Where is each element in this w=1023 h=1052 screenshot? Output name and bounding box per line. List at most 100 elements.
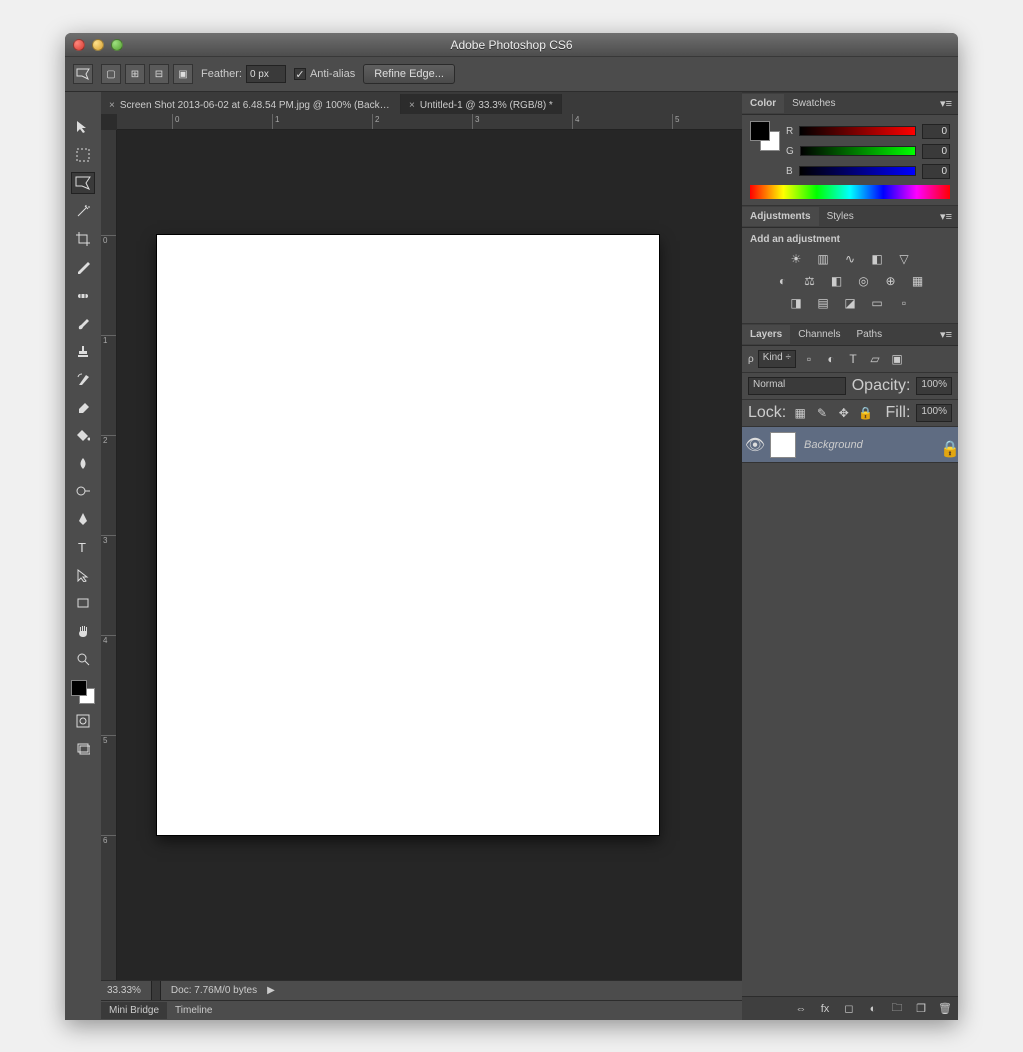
- posterize-icon[interactable]: ▤: [814, 295, 832, 311]
- link-layers-icon[interactable]: ⇔: [794, 1002, 808, 1016]
- marquee-tool-icon[interactable]: [71, 144, 95, 166]
- b-value-input[interactable]: [922, 164, 950, 179]
- color-tab[interactable]: Color: [742, 94, 784, 113]
- color-balance-icon[interactable]: ⚖: [801, 273, 819, 289]
- path-select-tool-icon[interactable]: [71, 564, 95, 586]
- move-tool-icon[interactable]: [71, 116, 95, 138]
- paths-tab[interactable]: Paths: [849, 325, 891, 344]
- selective-color-icon[interactable]: ▫: [895, 295, 913, 311]
- doc-info[interactable]: Doc: 7.76M/0 bytes: [171, 985, 257, 996]
- feather-input[interactable]: [246, 65, 286, 83]
- layer-filter-kind[interactable]: Kind ÷: [758, 350, 796, 368]
- fx-icon[interactable]: fx: [818, 1002, 832, 1016]
- filter-shape-icon[interactable]: ▱: [866, 351, 884, 367]
- bucket-tool-icon[interactable]: [71, 424, 95, 446]
- shape-tool-icon[interactable]: [71, 592, 95, 614]
- crop-tool-icon[interactable]: [71, 228, 95, 250]
- lock-pixels-icon[interactable]: ✎: [814, 405, 830, 421]
- eyedropper-tool-icon[interactable]: [71, 256, 95, 278]
- r-slider[interactable]: [799, 126, 916, 136]
- visibility-icon[interactable]: 👁: [748, 438, 762, 452]
- bw-icon[interactable]: ◧: [828, 273, 846, 289]
- history-brush-tool-icon[interactable]: [71, 368, 95, 390]
- hue-icon[interactable]: ◐: [774, 273, 792, 289]
- vibrance-icon[interactable]: ▽: [895, 251, 913, 267]
- brush-tool-icon[interactable]: [71, 312, 95, 334]
- group-icon[interactable]: 🗀: [890, 1002, 904, 1016]
- zoom-level[interactable]: 33.33%: [107, 985, 141, 996]
- levels-icon[interactable]: ▥: [814, 251, 832, 267]
- invert-icon[interactable]: ◨: [787, 295, 805, 311]
- color-panel-swatch[interactable]: [750, 121, 780, 151]
- panel-menu-icon[interactable]: ▾≡: [934, 97, 958, 110]
- adjustment-layer-icon[interactable]: ◐: [866, 1002, 880, 1016]
- gradient-map-icon[interactable]: ▭: [868, 295, 886, 311]
- layer-row[interactable]: 👁 Background 🔒: [742, 427, 958, 463]
- b-slider[interactable]: [799, 166, 916, 176]
- layers-tab[interactable]: Layers: [742, 325, 790, 344]
- fill-value[interactable]: 100%: [916, 404, 952, 422]
- filter-pixel-icon[interactable]: ▫: [800, 351, 818, 367]
- lock-position-icon[interactable]: ✥: [836, 405, 852, 421]
- screen-mode-icon[interactable]: [71, 738, 95, 760]
- dodge-tool-icon[interactable]: [71, 480, 95, 502]
- antialias-checkbox[interactable]: ✓: [294, 68, 306, 80]
- lock-all-icon[interactable]: 🔒: [858, 405, 874, 421]
- panel-menu-icon[interactable]: ▾≡: [934, 210, 958, 223]
- selection-add-icon[interactable]: ⊞: [125, 64, 145, 84]
- new-layer-icon[interactable]: ❐: [914, 1002, 928, 1016]
- filter-adjust-icon[interactable]: ◐: [822, 351, 840, 367]
- document-tab-1[interactable]: × Screen Shot 2013-06-02 at 6.48.54 PM.j…: [101, 94, 401, 114]
- color-lookup-icon[interactable]: ▦: [909, 273, 927, 289]
- layer-name[interactable]: Background: [804, 439, 932, 451]
- healing-brush-tool-icon[interactable]: [71, 284, 95, 306]
- photo-filter-icon[interactable]: ◎: [855, 273, 873, 289]
- trash-icon[interactable]: 🗑: [938, 1002, 952, 1016]
- filter-type-icon[interactable]: T: [844, 351, 862, 367]
- eraser-tool-icon[interactable]: [71, 396, 95, 418]
- r-value-input[interactable]: [922, 124, 950, 139]
- channels-tab[interactable]: Channels: [790, 325, 848, 344]
- type-tool-icon[interactable]: T: [71, 536, 95, 558]
- mini-bridge-tab[interactable]: Mini Bridge: [101, 1002, 167, 1019]
- timeline-tab[interactable]: Timeline: [167, 1002, 220, 1019]
- color-swatch-pair[interactable]: [71, 680, 95, 704]
- styles-tab[interactable]: Styles: [819, 207, 862, 226]
- hand-tool-icon[interactable]: [71, 620, 95, 642]
- panel-menu-icon[interactable]: ▾≡: [934, 328, 958, 341]
- close-tab-icon[interactable]: ×: [409, 100, 415, 111]
- swatches-tab[interactable]: Swatches: [784, 94, 843, 113]
- canvas[interactable]: [157, 235, 659, 835]
- curves-icon[interactable]: ∿: [841, 251, 859, 267]
- color-spectrum[interactable]: [750, 185, 950, 199]
- foreground-color-swatch[interactable]: [71, 680, 87, 696]
- refine-edge-button[interactable]: Refine Edge...: [363, 64, 455, 84]
- blend-mode-select[interactable]: Normal: [748, 377, 846, 395]
- g-slider[interactable]: [800, 146, 916, 156]
- mask-icon[interactable]: ◻: [842, 1002, 856, 1016]
- status-arrow-icon[interactable]: ▶: [267, 985, 275, 996]
- fg-swatch[interactable]: [750, 121, 770, 141]
- adjustments-tab[interactable]: Adjustments: [742, 207, 819, 226]
- opacity-value[interactable]: 100%: [916, 377, 952, 395]
- channel-mixer-icon[interactable]: ⊕: [882, 273, 900, 289]
- tool-preset-icon[interactable]: [73, 64, 93, 84]
- document-tab-2[interactable]: × Untitled-1 @ 33.3% (RGB/8) *: [401, 94, 562, 114]
- zoom-tool-icon[interactable]: [71, 648, 95, 670]
- threshold-icon[interactable]: ◪: [841, 295, 859, 311]
- lasso-tool-icon[interactable]: [71, 172, 95, 194]
- filter-smart-icon[interactable]: ▣: [888, 351, 906, 367]
- layer-thumbnail[interactable]: [770, 432, 796, 458]
- selection-new-icon[interactable]: ▢: [101, 64, 121, 84]
- canvas-viewport[interactable]: [117, 130, 742, 980]
- pen-tool-icon[interactable]: [71, 508, 95, 530]
- lock-transparency-icon[interactable]: ▦: [792, 405, 808, 421]
- stamp-tool-icon[interactable]: [71, 340, 95, 362]
- exposure-icon[interactable]: ◧: [868, 251, 886, 267]
- selection-subtract-icon[interactable]: ⊟: [149, 64, 169, 84]
- selection-intersect-icon[interactable]: ▣: [173, 64, 193, 84]
- blur-tool-icon[interactable]: [71, 452, 95, 474]
- quick-mask-icon[interactable]: [71, 710, 95, 732]
- wand-tool-icon[interactable]: [71, 200, 95, 222]
- close-tab-icon[interactable]: ×: [109, 100, 115, 111]
